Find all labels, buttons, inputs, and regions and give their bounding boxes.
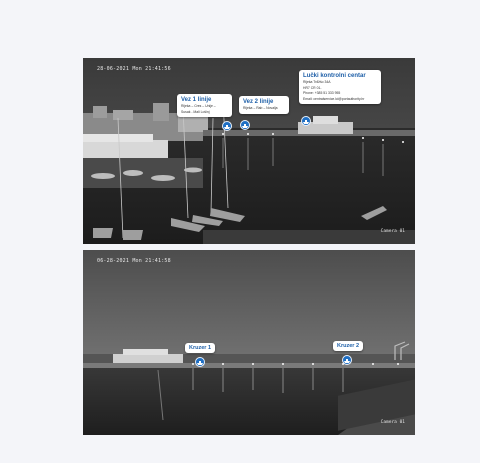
marker-callout-control-center[interactable]: Lučki kontrolni centar Rijeka Trđžšo 34A… [299,70,381,105]
timestamp: 28-06-2021 Mon 21:41:56 [97,66,171,72]
callout-title: Lučki kontrolni centar [303,73,366,79]
callout-detail: Susak - Mali Lošinj [181,109,210,114]
callout-detail: HR7 CR 01- [303,85,322,90]
callout-detail: Rijeka – Cres – Unije – [181,104,216,108]
marker-label-kruzer-2[interactable]: Kruzer 2 [333,341,364,351]
harbor-scene-2 [83,250,415,435]
camera-label: Camera 01 [380,420,405,425]
ship-icon[interactable] [301,116,311,126]
ship-icon[interactable] [222,121,232,131]
callout-detail: Rijeka Trđžšo 34A [303,80,331,84]
callout-detail: Rijeka – Rab – Novalja [243,106,278,110]
callout-title: Vez 2 linije [243,99,274,105]
marker-callout-vez-2[interactable]: Vez 2 linije Rijeka – Rab – Novalja [239,96,289,114]
callout-detail: Email: centralservice.lcl@portauthority.… [303,96,365,101]
callout-title: Vez 1 linije [181,97,212,103]
camera-label: Camera 01 [380,229,405,234]
ship-icon[interactable] [195,357,205,367]
marker-callout-vez-1[interactable]: Vez 1 linije Rijeka – Cres – Unije – Sus… [177,94,232,118]
camera-feed-1: 28-06-2021 Mon 21:41:56 Camera 01 Vez 1 … [83,58,415,244]
ship-icon[interactable] [240,120,250,130]
marker-label-kruzer-1[interactable]: Kruzer 1 [185,343,216,353]
ship-icon[interactable] [342,355,352,365]
camera-feed-2: 06-28-2021 Mon 21:41:58 Camera 01 Kruzer… [83,250,415,435]
timestamp: 06-28-2021 Mon 21:41:58 [97,258,171,264]
callout-detail: Phone: +385 51 333 955 [303,91,341,96]
